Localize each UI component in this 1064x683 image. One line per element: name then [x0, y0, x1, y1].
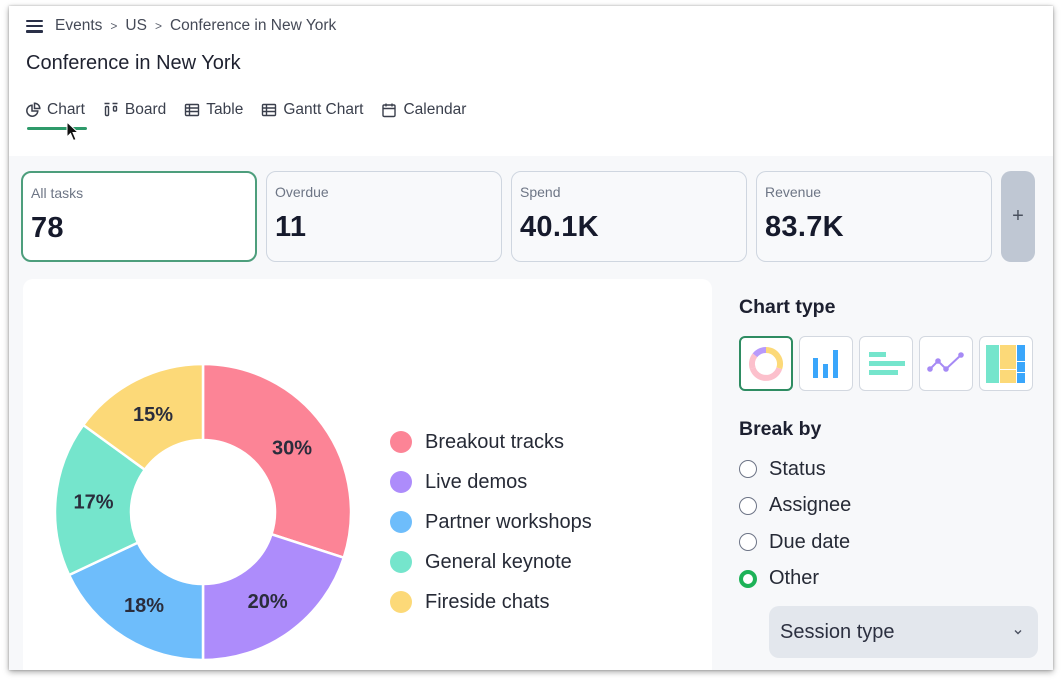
- metric-card-overdue[interactable]: Overdue 11: [266, 171, 502, 262]
- radio-label: Due date: [769, 530, 851, 553]
- column-chart-icon: [813, 349, 839, 378]
- donut-chart-icon: [749, 346, 783, 381]
- tab-label: Table: [206, 101, 244, 118]
- mouse-cursor-icon: [66, 121, 80, 142]
- radio-label: Other: [769, 567, 820, 590]
- breadcrumb-separator: >: [154, 19, 162, 33]
- breadcrumb-separator: >: [110, 19, 118, 33]
- metric-label: Spend: [520, 184, 561, 200]
- legend-swatch: [390, 511, 412, 533]
- legend-item[interactable]: Live demos: [390, 462, 592, 502]
- chart-type-heading: Chart type: [739, 296, 836, 318]
- legend-item[interactable]: Breakout tracks: [390, 422, 592, 462]
- tab-board[interactable]: Board: [103, 99, 166, 121]
- select-value: Session type: [780, 620, 895, 643]
- page-title: Conference in New York: [26, 52, 241, 74]
- legend-item[interactable]: Partner workshops: [390, 502, 592, 542]
- header: Events > US > Conference in New York Con…: [9, 6, 1053, 156]
- donut-data-label: 17%: [73, 492, 113, 514]
- break-by-heading: Break by: [739, 418, 822, 440]
- donut-data-label: 18%: [124, 595, 164, 617]
- app-window: Events > US > Conference in New York Con…: [9, 6, 1053, 670]
- donut-chart: 30% 20% 18% 17% 15%: [53, 362, 353, 662]
- board-icon: [103, 102, 119, 118]
- metric-label: Revenue: [765, 184, 822, 200]
- radio-unchecked-icon: [739, 533, 757, 552]
- legend-label: General keynote: [425, 550, 572, 573]
- hamburger-menu-icon[interactable]: [26, 19, 43, 33]
- metric-value: 78: [31, 212, 64, 244]
- radio-other[interactable]: Other: [739, 561, 1039, 598]
- metric-cards: All tasks 78 Overdue 11 Spend 40.1K Reve…: [21, 171, 1035, 262]
- line-chart-icon: [927, 351, 964, 372]
- chart-type-treemap-button[interactable]: [979, 336, 1034, 391]
- metric-card-all-tasks[interactable]: All tasks 78: [21, 171, 257, 262]
- gantt-icon: [261, 102, 277, 118]
- radio-checked-icon: [739, 569, 757, 588]
- tab-table[interactable]: Table: [184, 99, 243, 121]
- tab-label: Calendar: [403, 101, 467, 118]
- tab-label: Board: [124, 101, 167, 118]
- breadcrumb-events[interactable]: Events: [55, 17, 102, 35]
- legend-swatch: [390, 591, 412, 613]
- legend-swatch: [390, 431, 412, 453]
- metric-label: Overdue: [275, 184, 329, 200]
- tab-label: Chart: [47, 101, 85, 118]
- radio-unchecked-icon: [739, 496, 757, 515]
- tab-label: Gantt Chart: [283, 101, 364, 118]
- radio-unchecked-icon: [739, 460, 757, 479]
- donut-data-label: 20%: [248, 591, 288, 613]
- table-icon: [184, 102, 200, 118]
- donut-slice-breakout-tracks[interactable]: [201, 362, 353, 560]
- treemap-icon: [986, 344, 1026, 383]
- radio-label: Assignee: [769, 494, 852, 517]
- chevron-down-icon: [1014, 630, 1022, 635]
- session-type-select[interactable]: Session type: [769, 606, 1038, 658]
- metric-card-revenue[interactable]: Revenue 83.7K: [756, 171, 992, 262]
- tab-chart[interactable]: Chart: [25, 99, 87, 130]
- radio-due-date[interactable]: Due date: [739, 524, 1039, 561]
- chart-legend: Breakout tracks Live demos Partner worksho…: [390, 422, 592, 622]
- legend-label: Live demos: [425, 470, 528, 493]
- legend-label: Partner workshops: [425, 510, 592, 533]
- breadcrumb: Events > US > Conference in New York: [26, 16, 336, 36]
- calendar-icon: [381, 102, 397, 118]
- legend-item[interactable]: Fireside chats: [390, 582, 592, 622]
- chart-pie-icon: [25, 102, 41, 118]
- break-by-options: Status Assignee Due date Other: [739, 451, 1039, 597]
- tab-calendar[interactable]: Calendar: [381, 99, 466, 121]
- add-metric-button[interactable]: +: [1001, 171, 1035, 262]
- legend-swatch: [390, 551, 412, 573]
- metric-value: 40.1K: [520, 211, 599, 243]
- radio-status[interactable]: Status: [739, 451, 1039, 488]
- chart-type-picker: [739, 336, 1039, 391]
- chart-type-donut-button[interactable]: [739, 336, 794, 391]
- metric-value: 83.7K: [765, 211, 844, 243]
- metric-value: 11: [275, 211, 307, 243]
- breadcrumb-current: Conference in New York: [169, 17, 337, 34]
- legend-label: Fireside chats: [425, 590, 550, 613]
- chart-type-line-button[interactable]: [919, 336, 974, 391]
- chart-type-column-button[interactable]: [799, 336, 854, 391]
- radio-assignee[interactable]: Assignee: [739, 488, 1039, 525]
- metric-label: All tasks: [31, 185, 84, 201]
- view-tabs: Chart Board Table Gantt Chart Calendar: [25, 99, 484, 130]
- metric-card-spend[interactable]: Spend 40.1K: [511, 171, 747, 262]
- bar-chart-icon: [869, 351, 906, 375]
- radio-label: Status: [769, 457, 826, 480]
- chart-card: 30% 20% 18% 17% 15% Breakout tracks Live demo…: [23, 279, 712, 670]
- breadcrumb-us[interactable]: US: [125, 17, 147, 35]
- legend-label: Breakout tracks: [425, 430, 564, 453]
- legend-swatch: [390, 471, 412, 493]
- chart-settings-panel: Chart type Break by Status Assignee Due …: [739, 296, 1039, 658]
- chart-type-bar-button[interactable]: [859, 336, 914, 391]
- tab-gantt-chart[interactable]: Gantt Chart: [261, 99, 363, 121]
- donut-data-label: 15%: [133, 404, 173, 426]
- legend-item[interactable]: General keynote: [390, 542, 592, 582]
- donut-data-label: 30%: [272, 437, 312, 459]
